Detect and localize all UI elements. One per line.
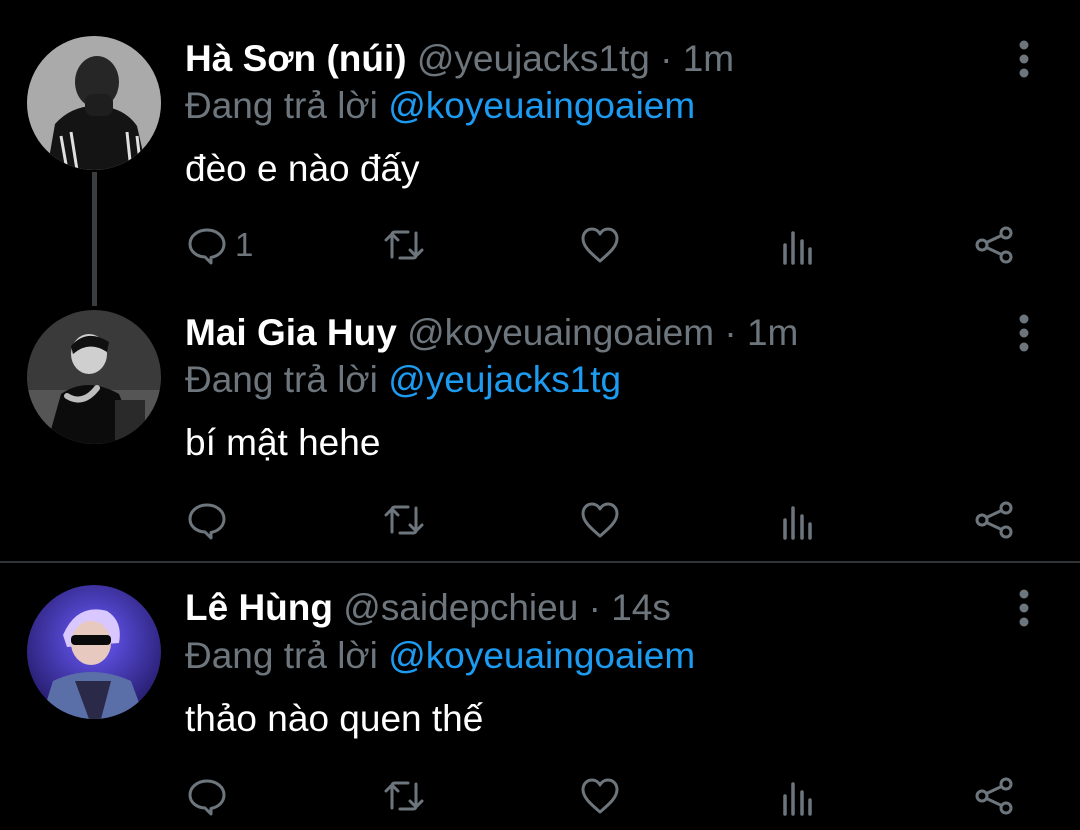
tweet-text: bí mật hehe	[185, 422, 381, 463]
reply-icon	[188, 228, 226, 265]
reply-icon	[188, 779, 226, 816]
like-icon	[581, 227, 619, 263]
tweet-header: Hà Sơn (núi) @yeujacks1tg · 1m	[185, 36, 734, 82]
retweet-button[interactable]	[382, 495, 426, 545]
user-handle[interactable]: @koyeuaingoaiem	[407, 312, 714, 353]
avatar[interactable]	[27, 310, 161, 444]
replying-to-label: Đang trả lời	[185, 85, 378, 126]
reply-button[interactable]	[185, 495, 235, 545]
like-icon	[581, 778, 619, 814]
tweet-2[interactable]: Mai Gia Huy @koyeuaingoaiem · 1m Đang tr…	[0, 290, 1080, 560]
analytics-button[interactable]	[776, 220, 820, 270]
like-icon	[581, 502, 619, 538]
analytics-button[interactable]	[776, 771, 820, 821]
replying-to-label: Đang trả lời	[185, 635, 378, 676]
like-button[interactable]	[578, 771, 622, 821]
more-icon[interactable]	[1006, 310, 1042, 356]
retweet-icon	[384, 505, 424, 535]
avatar[interactable]	[27, 36, 161, 170]
display-name[interactable]: Mai Gia Huy	[185, 312, 397, 353]
tweet-actions: 1	[0, 220, 1080, 270]
display-name[interactable]: Lê Hùng	[185, 587, 333, 628]
analytics-icon	[783, 506, 812, 540]
separator-dot: ·	[588, 587, 601, 628]
avatar[interactable]	[27, 585, 161, 719]
share-icon	[975, 777, 1013, 815]
share-icon	[975, 226, 1013, 264]
replying-to: Đang trả lời @koyeuaingoaiem	[185, 83, 695, 129]
separator-dot: ·	[724, 312, 737, 353]
retweet-button[interactable]	[382, 220, 426, 270]
divider	[0, 561, 1080, 563]
timestamp[interactable]: 1m	[747, 312, 798, 353]
analytics-icon	[783, 782, 812, 816]
analytics-button[interactable]	[776, 495, 820, 545]
user-handle[interactable]: @yeujacks1tg	[417, 38, 650, 79]
reply-button[interactable]	[185, 771, 235, 821]
reply-mention-link[interactable]: @koyeuaingoaiem	[388, 635, 695, 676]
tweet-3[interactable]: Lê Hùng @saidepchieu · 14s Đang trả lời …	[0, 565, 1080, 830]
reply-button[interactable]: 1	[185, 220, 253, 270]
tweet-text: đèo e nào đấy	[185, 148, 420, 189]
like-button[interactable]	[578, 495, 622, 545]
replying-to-label: Đang trả lời	[185, 359, 378, 400]
reply-mention-link[interactable]: @koyeuaingoaiem	[388, 85, 695, 126]
retweet-icon	[384, 230, 424, 260]
reply-mention-link[interactable]: @yeujacks1tg	[388, 359, 621, 400]
replying-to: Đang trả lời @yeujacks1tg	[185, 357, 621, 403]
share-icon	[975, 501, 1013, 539]
separator-dot: ·	[660, 38, 673, 79]
share-button[interactable]	[972, 220, 1016, 270]
reply-icon	[188, 503, 226, 540]
reply-count: 1	[235, 226, 254, 263]
replying-to: Đang trả lời @koyeuaingoaiem	[185, 633, 695, 679]
retweet-icon	[384, 781, 424, 811]
analytics-icon	[783, 231, 812, 265]
tweet-text: thảo nào quen thế	[185, 698, 484, 739]
like-button[interactable]	[578, 220, 622, 270]
tweet-header: Lê Hùng @saidepchieu · 14s	[185, 585, 671, 631]
tweet-actions	[0, 495, 1080, 545]
retweet-button[interactable]	[382, 771, 426, 821]
share-button[interactable]	[972, 495, 1016, 545]
share-button[interactable]	[972, 771, 1016, 821]
tweet-actions	[0, 771, 1080, 821]
timestamp[interactable]: 1m	[683, 38, 734, 79]
more-icon[interactable]	[1006, 585, 1042, 631]
display-name[interactable]: Hà Sơn (núi)	[185, 38, 407, 79]
tweet-header: Mai Gia Huy @koyeuaingoaiem · 1m	[185, 310, 798, 356]
timestamp[interactable]: 14s	[611, 587, 671, 628]
more-icon[interactable]	[1006, 36, 1042, 82]
tweet-1[interactable]: Hà Sơn (núi) @yeujacks1tg · 1m Đang trả …	[0, 0, 1080, 290]
user-handle[interactable]: @saidepchieu	[343, 587, 578, 628]
